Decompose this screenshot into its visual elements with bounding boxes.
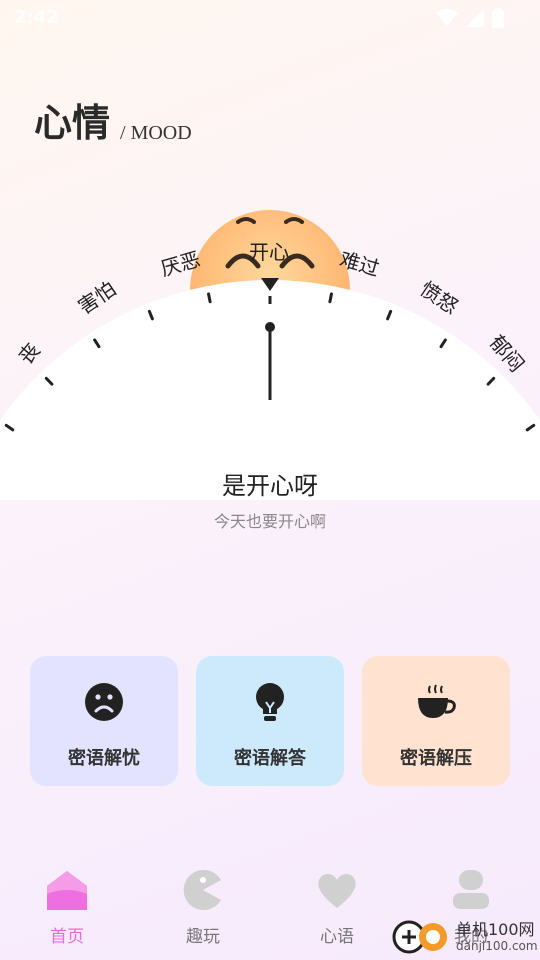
watermark-logo-icon <box>392 920 447 954</box>
watermark-cn: 单机100网 <box>456 920 535 939</box>
signal-icon <box>466 9 484 27</box>
card-answer[interactable]: 密语解答 <box>196 656 344 786</box>
title-main: 心情 <box>34 100 111 145</box>
pacman-icon <box>183 870 221 910</box>
card-label: 密语解答 <box>234 748 306 769</box>
coffee-cup-icon <box>418 684 456 718</box>
nav-label: 趣玩 <box>186 927 220 947</box>
watermark: 单机100网 danji100.com <box>392 918 538 956</box>
feature-cards: 密语解忧 密语解答 密语解压 <box>30 656 510 786</box>
nav-heart-words[interactable]: 心语 <box>292 868 382 947</box>
nav-fun[interactable]: 趣玩 <box>158 868 248 947</box>
user-icon <box>453 870 489 909</box>
watermark-url: danji100.com <box>456 939 538 953</box>
status-bar: 2:42 <box>0 0 540 36</box>
card-worry-relief[interactable]: 密语解忧 <box>30 656 178 786</box>
title-subtitle: / MOOD <box>120 122 192 144</box>
home-icon <box>47 871 87 910</box>
status-time: 2:42 <box>14 7 59 28</box>
nav-label: 首页 <box>50 927 84 947</box>
dial-tick <box>207 292 212 304</box>
dial-tick <box>328 292 333 304</box>
mood-subtitle: 今天也要开心啊 <box>213 512 326 531</box>
card-label: 密语解压 <box>400 748 472 769</box>
nav-label: 心语 <box>320 927 354 947</box>
card-stress-relief[interactable]: 密语解压 <box>362 656 510 786</box>
status-icons <box>436 8 504 28</box>
mood-title: 是开心呀 <box>222 472 318 500</box>
nav-home[interactable]: 首页 <box>22 868 112 947</box>
wifi-icon <box>436 9 458 26</box>
lightbulb-icon <box>256 683 284 721</box>
mood-label-happy[interactable]: 开心 <box>249 236 289 265</box>
sad-face-icon <box>85 683 123 721</box>
page-title: 心情 / MOOD <box>34 92 192 147</box>
card-label: 密语解忧 <box>68 748 140 769</box>
heart-icon <box>318 874 356 908</box>
battery-icon <box>492 8 504 28</box>
mood-dial[interactable] <box>0 180 540 500</box>
